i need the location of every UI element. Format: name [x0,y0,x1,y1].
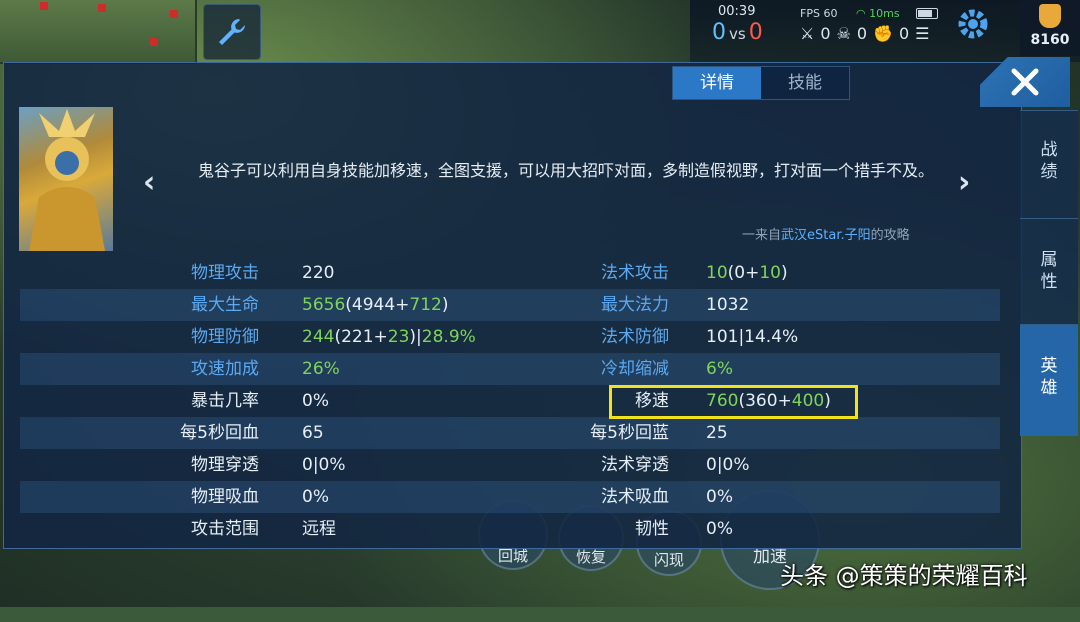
stats-row: 物理防御 244(221+23)|28.9% 法术防御 101|14.4% [20,321,1000,353]
move-speed-highlight [609,385,858,419]
stat-label: 物理攻击 [191,263,259,283]
recall-label: 回城 [497,547,528,565]
stat-label: 法术穿透 [601,455,669,475]
stat-value: 0|0% [706,455,750,475]
tab-attributes-label: 属性 [1040,250,1058,292]
wifi-icon: ◠ [856,7,866,20]
wrench-icon[interactable] [203,4,261,60]
flash-label: 闪现 [653,551,684,569]
skull-icon: ☠ [836,24,851,43]
stats-row: 物理攻击 220 法术攻击 10(0+10) [20,257,1000,289]
stat-value: 0|0% [302,455,346,475]
score-blue: 0 [712,20,726,45]
stat-label: 每5秒回血 [180,423,259,443]
heal-label: 恢复 [575,548,606,566]
stats-row: 物理吸血 0% 法术吸血 0% [20,481,1000,513]
sword-icon: ⚔ [800,24,815,43]
stat-label: 物理吸血 [191,487,259,507]
stat-value: 远程 [302,519,336,539]
tab-hero[interactable]: 英雄 [1020,324,1078,436]
fps-counter: FPS 60 [800,7,838,20]
stat-value: 220 [302,263,335,283]
stat-value: 0% [706,487,733,507]
tab-record-label: 战绩 [1040,140,1058,182]
gold-amount: 8160 [1030,32,1070,48]
stat-value: 10(0+10) [706,263,788,283]
minimap-tower [98,4,106,12]
tab-hero-label: 英雄 [1040,356,1058,398]
stat-label: 攻击范围 [191,519,259,539]
hero-tip-description: 鬼谷子可以利用自身技能加移速，全图支援，可以用大招吓对面，多制造假视野，打对面一… [198,161,935,180]
side-tabs: 战绩 属性 英雄 [1020,110,1078,436]
score-red: 0 [748,20,763,45]
match-timer: 00:39 [718,4,756,19]
stat-label: 冷却缩减 [601,359,669,379]
stat-label: 韧性 [635,519,669,539]
stat-label: 暴击几率 [191,391,259,411]
stat-label: 每5秒回蓝 [590,423,669,443]
stats-row: 物理穿透 0|0% 法术穿透 0|0% [20,449,1000,481]
kills-count: 0 [820,24,831,43]
close-button[interactable] [980,57,1070,107]
gold-counter[interactable]: 8160 [1020,0,1080,56]
minimap-tower [170,10,178,18]
stat-label: 攻速加成 [191,359,259,379]
stat-value: 101|14.4% [706,327,799,347]
stat-label: 物理防御 [191,327,259,347]
minimap-tower [150,38,158,46]
stats-row: 攻速加成 26% 冷却缩减 6% [20,353,1000,385]
source-author[interactable]: 武汉eStar.子阳 [781,228,871,243]
list-icon[interactable]: ☰ [915,24,929,43]
stat-value: 6% [706,359,733,379]
ping-value: 10ms [869,7,900,20]
stats-row: 每5秒回血 65 每5秒回蓝 25 [20,417,1000,449]
source-prefix: 一来自 [742,228,782,243]
stat-value: 65 [302,423,324,443]
stat-label: 法术攻击 [601,263,669,283]
hero-portrait [19,107,113,251]
team-score: 0 vs 0 [712,20,763,45]
stat-label: 法术吸血 [601,487,669,507]
battery-icon [916,8,938,19]
stat-label: 最大法力 [601,295,669,315]
tip-source: 一来自武汉eStar.子阳的攻略 [742,224,910,243]
stat-value: 26% [302,359,340,379]
tab-record[interactable]: 战绩 [1020,110,1078,218]
assists-count: 0 [898,24,910,43]
score-vs: vs [729,25,746,43]
stat-value: 5656(4944+712) [302,295,449,315]
prev-arrow-icon[interactable]: ‹ [143,165,155,200]
stat-value: 0% [302,487,329,507]
stat-label: 法术防御 [601,327,669,347]
source-suffix: 的攻略 [870,228,910,243]
money-bag-icon [1039,4,1061,28]
kda-display: ⚔ 0 ☠ 0 ✊ 0 ☰ [800,24,930,43]
stat-value: 25 [706,423,728,443]
watermark: 头条 @策策的荣耀百科 [780,562,1028,590]
ping-indicator: ◠ 10ms [856,7,900,20]
tab-details[interactable]: 详情 [673,67,761,99]
detail-tabs: 详情 技能 [672,66,850,100]
fist-icon: ✊ [873,24,893,43]
minimap-tower [40,2,48,10]
stat-value: 0% [302,391,329,411]
stats-row: 攻击范围 远程 韧性 0% [20,513,1000,545]
close-icon [1011,68,1039,96]
stat-label: 物理穿透 [191,455,259,475]
stats-row: 最大生命 5656(4944+712) 最大法力 1032 [20,289,1000,321]
next-arrow-icon[interactable]: › [958,165,970,200]
tab-skills[interactable]: 技能 [761,67,849,99]
tab-attributes[interactable]: 属性 [1020,218,1078,324]
minimap[interactable] [0,0,197,64]
deaths-count: 0 [856,24,868,43]
stat-label: 最大生命 [191,295,259,315]
stat-value: 1032 [706,295,750,315]
stat-value: 244(221+23)|28.9% [302,327,476,347]
gear-icon[interactable] [955,6,991,42]
stat-value: 0% [706,519,733,539]
